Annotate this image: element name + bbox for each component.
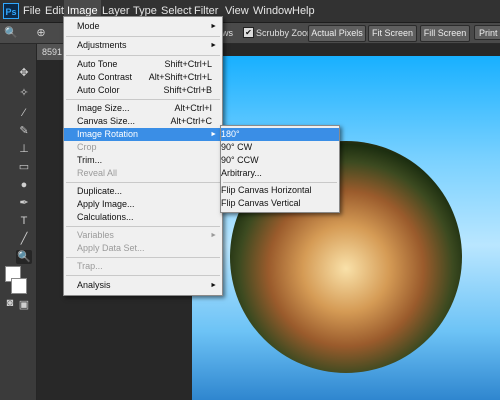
menu-item-crop: Crop [77, 142, 97, 152]
line-tool-icon[interactable]: ╱ [16, 232, 32, 246]
eraser-tool-icon[interactable]: ▭ [16, 160, 32, 174]
menu-item-reveal-all: Reveal All [77, 168, 118, 178]
document-image [192, 56, 500, 400]
windows-option-label: ws [222, 28, 233, 38]
image-menu: Mode ► Adjustments ► Auto Tone Shift+Ctrl+L… [63, 16, 223, 296]
submenu-arrow-icon: ► [210, 232, 217, 239]
menu-item-duplicate[interactable]: Duplicate... [64, 185, 222, 198]
background-color-swatch[interactable] [11, 278, 27, 294]
blur-tool-icon[interactable]: ● [16, 178, 32, 192]
menu-item-image-rotation[interactable]: Image Rotation ► [64, 128, 222, 141]
submenu-arrow-icon: ► [210, 42, 217, 49]
menu-item-variables: Variables ► [77, 230, 217, 240]
menu-separator [66, 36, 220, 37]
actual-pixels-button[interactable]: Actual Pixels [308, 25, 366, 42]
rotate-90-cw-item[interactable]: 90° CW [221, 141, 339, 154]
fit-screen-button[interactable]: Fit Screen [368, 25, 417, 42]
rotate-arbitrary-item[interactable]: Arbitrary... [221, 167, 339, 180]
menu-item-analysis[interactable]: Analysis ► [64, 279, 222, 292]
menu-separator [66, 55, 220, 56]
submenu-arrow-icon: ► [210, 23, 217, 30]
stamp-tool-icon[interactable]: ⊥ [16, 142, 32, 156]
eyedropper-icon[interactable]: ⁄ [16, 106, 32, 120]
flip-canvas-horizontal-item[interactable]: Flip Canvas Horizontal [221, 184, 339, 197]
menu-item-mode[interactable]: Mode ► [64, 20, 222, 33]
type-tool-icon[interactable]: T [16, 214, 32, 228]
zoom-in-icon[interactable]: ⊕ [33, 26, 49, 40]
tools-panel: ✥ ✧ ⁄ ✎ ⊥ ▭ ● ✒ T ╱ 🔍 ◙ ▣ [0, 44, 37, 400]
move-tool-icon[interactable]: ✥ [16, 66, 32, 80]
fill-screen-button[interactable]: Fill Screen [420, 25, 470, 42]
menu-separator [66, 226, 220, 227]
menu-separator [66, 99, 220, 100]
menu-file[interactable]: File [20, 0, 44, 22]
menu-item-trap: Trap... [77, 261, 103, 271]
brush-tool-icon[interactable]: ✎ [16, 124, 32, 138]
menu-item-adjustments[interactable]: Adjustments ► [64, 39, 222, 52]
flip-canvas-vertical-item[interactable]: Flip Canvas Vertical [221, 197, 339, 210]
menu-separator [66, 275, 220, 276]
zoom-tool-icon[interactable]: 🔍 [3, 26, 19, 40]
rotate-90-ccw-item[interactable]: 90° CCW [221, 154, 339, 167]
photoshop-logo-icon: Ps [3, 3, 19, 19]
menu-help[interactable]: Help [289, 0, 318, 22]
submenu-arrow-icon: ► [210, 282, 217, 289]
rotate-180-item[interactable]: 180° [221, 128, 339, 141]
menu-item-canvas-size[interactable]: Canvas Size... Alt+Ctrl+C [64, 115, 222, 128]
menu-item-auto-tone[interactable]: Auto Tone Shift+Ctrl+L [64, 58, 222, 71]
image-rotation-submenu: 180° 90° CW 90° CCW Arbitrary... Flip Ca… [220, 125, 340, 213]
menu-item-trim[interactable]: Trim... [64, 154, 222, 167]
screen-mode-icon[interactable]: ▣ [16, 298, 32, 312]
menu-item-calculations[interactable]: Calculations... [64, 211, 222, 224]
submenu-arrow-icon: ► [210, 131, 217, 138]
scrubby-zoom-checkbox[interactable]: ✔ [243, 27, 254, 38]
print-size-button[interactable]: Print [474, 25, 500, 40]
menu-item-auto-contrast[interactable]: Auto Contrast Alt+Shift+Ctrl+L [64, 71, 222, 84]
menu-separator [66, 257, 220, 258]
zoom-tool-selected-icon[interactable]: 🔍 [16, 250, 32, 264]
menu-item-image-size[interactable]: Image Size... Alt+Ctrl+I [64, 102, 222, 115]
menu-item-apply-image[interactable]: Apply Image... [64, 198, 222, 211]
magic-wand-icon[interactable]: ✧ [16, 86, 32, 100]
menu-separator [66, 182, 220, 183]
menu-view[interactable]: View [222, 0, 252, 22]
scrubby-zoom-label: Scrubby Zoom [256, 28, 315, 38]
menu-item-apply-data-set: Apply Data Set... [77, 243, 145, 253]
menu-separator [223, 182, 337, 183]
pen-tool-icon[interactable]: ✒ [16, 196, 32, 210]
menu-item-auto-color[interactable]: Auto Color Shift+Ctrl+B [64, 84, 222, 97]
